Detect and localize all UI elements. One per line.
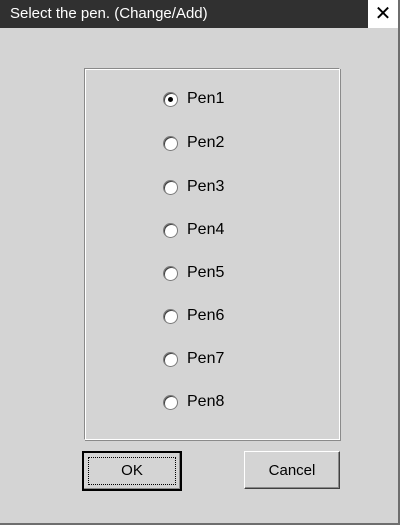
title-bar[interactable]: Select the pen. (Change/Add) ✕ (0, 0, 398, 28)
window-title: Select the pen. (Change/Add) (10, 5, 208, 22)
radio-button-pen8[interactable] (163, 395, 178, 410)
radio-label-pen3: Pen3 (187, 178, 225, 195)
select-pen-dialog: Select the pen. (Change/Add) ✕ Pen1 Pen2… (0, 0, 400, 525)
radio-label-pen4: Pen4 (187, 221, 225, 238)
radio-option-pen7[interactable]: Pen7 (163, 349, 273, 371)
radio-button-pen1[interactable] (163, 92, 178, 107)
radio-option-pen2[interactable]: Pen2 (163, 133, 273, 155)
radio-button-pen4[interactable] (163, 223, 178, 238)
radio-label-pen7: Pen7 (187, 350, 225, 367)
ok-button[interactable]: OK (82, 451, 182, 491)
radio-option-pen3[interactable]: Pen3 (163, 177, 273, 199)
radio-label-pen1: Pen1 (187, 90, 225, 107)
radio-button-pen6[interactable] (163, 309, 178, 324)
ok-button-label: OK (121, 462, 143, 479)
radio-label-pen8: Pen8 (187, 393, 225, 410)
radio-label-pen2: Pen2 (187, 134, 225, 151)
radio-selected-dot (168, 97, 173, 102)
close-icon[interactable]: ✕ (372, 2, 394, 24)
pen-radio-group: Pen1 Pen2 Pen3 Pen4 Pen5 Pen6 Pen7 Pen8 (84, 68, 340, 440)
radio-label-pen5: Pen5 (187, 264, 225, 281)
cancel-button[interactable]: Cancel (244, 451, 340, 489)
radio-label-pen6: Pen6 (187, 307, 225, 324)
radio-option-pen8[interactable]: Pen8 (163, 392, 273, 414)
radio-option-pen6[interactable]: Pen6 (163, 306, 273, 328)
radio-button-pen2[interactable] (163, 136, 178, 151)
radio-option-pen5[interactable]: Pen5 (163, 263, 273, 285)
radio-button-pen3[interactable] (163, 180, 178, 195)
radio-option-pen1[interactable]: Pen1 (163, 89, 273, 111)
radio-button-pen7[interactable] (163, 352, 178, 367)
radio-option-pen4[interactable]: Pen4 (163, 220, 273, 242)
radio-button-pen5[interactable] (163, 266, 178, 281)
